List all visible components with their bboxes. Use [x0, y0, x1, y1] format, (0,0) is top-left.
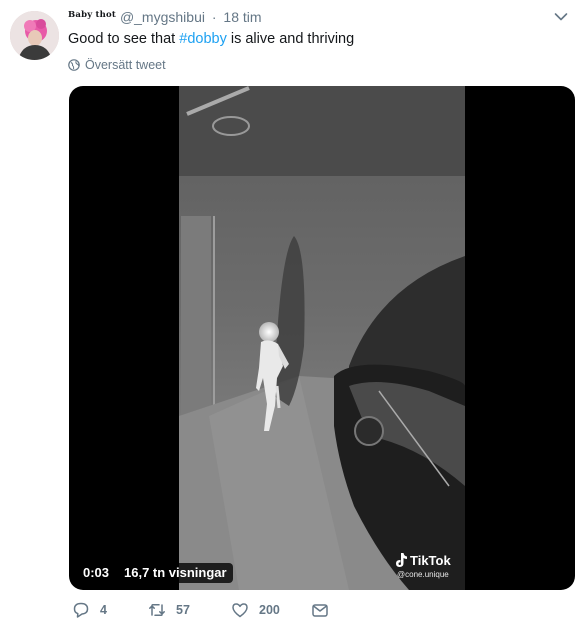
heart-icon [232, 603, 248, 618]
separator-dot: · [211, 9, 217, 25]
tweet-text: Good to see that #dobby is alive and thr… [68, 31, 354, 47]
avatar-image [10, 11, 59, 60]
reply-button[interactable]: 4 [72, 601, 107, 619]
retweet-count: 57 [176, 603, 190, 617]
tweet-text-after: is alive and thriving [226, 31, 355, 47]
retweet-icon [149, 604, 165, 616]
chevron-down-icon[interactable] [554, 12, 568, 22]
video-elapsed-time: 0:03 [77, 563, 116, 583]
display-name[interactable]: Baby thot [68, 10, 116, 20]
globe-icon [68, 59, 80, 71]
avatar[interactable] [10, 11, 59, 60]
user-handle[interactable]: @_mygshibui [120, 9, 205, 25]
retweet-button[interactable]: 57 [148, 601, 190, 619]
hashtag-link[interactable]: #dobby [179, 31, 227, 47]
translate-label: Översätt tweet [85, 58, 166, 72]
tweet-header: Baby thot @_mygshibui · 18 tim [68, 9, 582, 29]
envelope-icon [312, 604, 328, 617]
tweet[interactable]: Baby thot @_mygshibui · 18 tim Good to s… [0, 0, 582, 628]
tiktok-username: @cone.unique [397, 570, 449, 579]
tiktok-icon [396, 553, 407, 567]
video-view-count: 16,7 tn visningar [118, 563, 233, 583]
translate-tweet-link[interactable]: Översätt tweet [68, 58, 166, 72]
tiktok-watermark: TikTok @cone.unique [394, 552, 464, 586]
reply-count: 4 [100, 603, 107, 617]
tweet-actions: 4 57 200 [68, 601, 368, 623]
tweet-text-before: Good to see that [68, 31, 180, 47]
reply-icon [73, 602, 89, 618]
tiktok-brand: TikTok [410, 552, 451, 568]
direct-message-button[interactable] [311, 601, 329, 619]
video-player[interactable]: 0:03 16,7 tn visningar TikTok @cone.uniq… [69, 86, 575, 590]
timestamp[interactable]: 18 tim [223, 9, 261, 25]
like-button[interactable]: 200 [231, 601, 280, 619]
like-count: 200 [259, 603, 280, 617]
video-frame [179, 86, 465, 590]
